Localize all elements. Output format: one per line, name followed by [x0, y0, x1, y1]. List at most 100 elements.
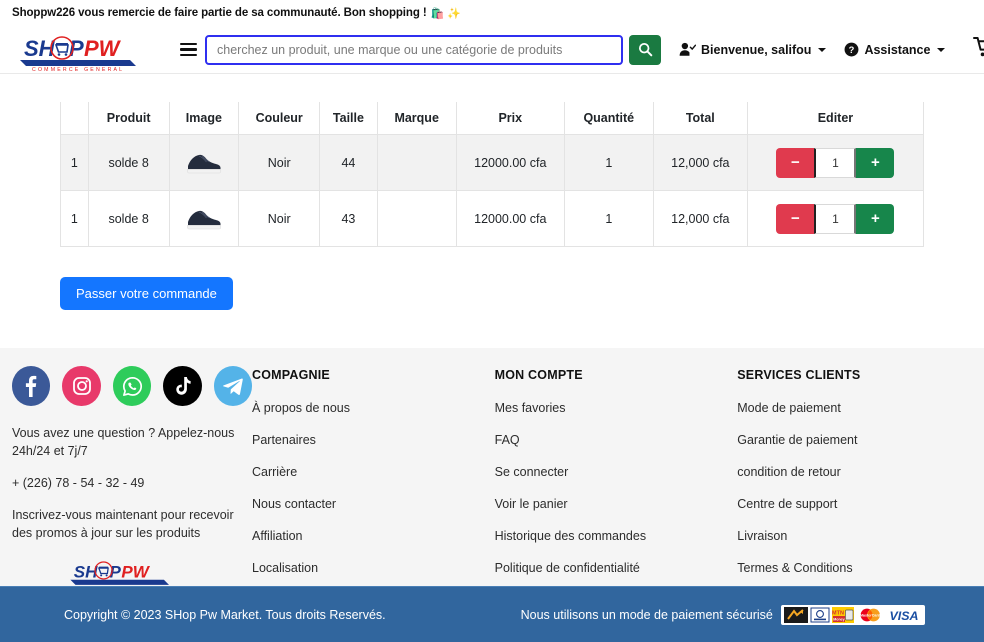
- footer-phone: + (226) 78 - 54 - 32 - 49: [12, 476, 145, 490]
- sneaker-thumbnail-icon: [181, 144, 227, 178]
- col-couleur: Couleur: [238, 102, 321, 135]
- cell-couleur: Noir: [238, 190, 321, 247]
- footer-link-condition-de-retour[interactable]: condition de retour: [737, 465, 970, 479]
- cell-couleur: Noir: [238, 134, 321, 191]
- assistance-label: Assistance: [864, 42, 931, 57]
- place-order-button[interactable]: Passer votre commande: [60, 277, 233, 310]
- cell-editer: − +: [746, 134, 925, 191]
- cell-prix: 12000.00 cfa: [455, 134, 565, 191]
- cell-total: 12,000 cfa: [652, 190, 748, 247]
- footer-link-centre-de-support[interactable]: Centre de support: [737, 497, 970, 511]
- announcement-bar: Shoppw226 vous remercie de faire partie …: [0, 0, 984, 26]
- svg-text:MasterCard: MasterCard: [860, 613, 881, 617]
- col-marque: Marque: [376, 102, 457, 135]
- footer-link-affiliation[interactable]: Affiliation: [252, 529, 495, 543]
- assistance-menu[interactable]: ? Assistance: [844, 42, 946, 57]
- footer-column-compagnie: COMPAGNIE À propos de nous Partenaires C…: [252, 362, 495, 586]
- instagram-icon[interactable]: [62, 366, 101, 406]
- footer-link-partenaires[interactable]: Partenaires: [252, 433, 495, 447]
- facebook-icon[interactable]: [12, 366, 51, 406]
- cart-button[interactable]: 2: [973, 36, 984, 63]
- cell-produit: solde 8: [87, 134, 170, 191]
- footer-link-se-connecter[interactable]: Se connecter: [495, 465, 738, 479]
- cell-prix: 12000.00 cfa: [455, 190, 565, 247]
- mtn-momo-icon: MTN Money: [831, 606, 854, 623]
- col-total: Total: [652, 102, 748, 135]
- hamburger-menu-icon[interactable]: [180, 42, 197, 57]
- svg-text:P: P: [110, 562, 122, 581]
- cell-image: [168, 190, 240, 247]
- svg-text:MTN: MTN: [832, 610, 844, 616]
- decrease-quantity-button[interactable]: −: [776, 147, 815, 178]
- col-quantite: Quantité: [563, 102, 654, 135]
- quantity-input[interactable]: [814, 203, 857, 234]
- footer-link-faq[interactable]: FAQ: [495, 433, 738, 447]
- page-root: Shoppw226 vous remercie de faire partie …: [0, 0, 984, 642]
- footer-link-termes-conditions[interactable]: Termes & Conditions: [737, 561, 970, 575]
- svg-text:Money: Money: [833, 617, 844, 621]
- cell-index: 1: [60, 134, 89, 191]
- quantity-stepper: − +: [776, 203, 895, 234]
- main-content: Produit Image Couleur Taille Marque Prix…: [0, 74, 984, 310]
- search-icon: [638, 42, 652, 57]
- footer-link-mes-favories[interactable]: Mes favories: [495, 401, 738, 415]
- footer-link-garantie-de-paiement[interactable]: Garantie de paiement: [737, 433, 970, 447]
- svg-text:COMMERCE GENERAL: COMMERCE GENERAL: [32, 67, 124, 72]
- site-header: SH P PW COMMERCE GENERAL cherchez un pro…: [0, 26, 984, 74]
- moov-icon: [783, 606, 808, 623]
- visa-icon: VISA: [885, 606, 922, 623]
- mastercard-icon: MasterCard: [855, 606, 884, 623]
- footer-link-localisation[interactable]: Localisation: [252, 561, 495, 575]
- tiktok-icon[interactable]: [163, 366, 202, 406]
- footer-link-a-propos[interactable]: À propos de nous: [252, 401, 495, 415]
- footer-link-historique-commandes[interactable]: Historique des commandes: [495, 529, 738, 543]
- quantity-input[interactable]: [814, 147, 857, 178]
- footer-link-voir-le-panier[interactable]: Voir le panier: [495, 497, 738, 511]
- svg-text:P: P: [69, 36, 84, 61]
- increase-quantity-button[interactable]: +: [856, 147, 895, 178]
- site-footer: Vous avez une question ? Appelez-nous 24…: [0, 348, 984, 590]
- table-row: 1 solde 8 Noir 43 12000.00 cfa 1 12,000 …: [60, 190, 925, 247]
- cart-table: Produit Image Couleur Taille Marque Prix…: [60, 102, 925, 247]
- col-produit: Produit: [87, 102, 170, 135]
- whatsapp-icon[interactable]: [112, 366, 152, 406]
- cell-taille: 44: [319, 134, 378, 191]
- increase-quantity-button[interactable]: +: [856, 203, 895, 234]
- footer-link-carriere[interactable]: Carrière: [252, 465, 495, 479]
- col-editer: Editer: [746, 102, 925, 135]
- search-button[interactable]: [629, 34, 661, 65]
- cell-produit: solde 8: [87, 190, 170, 247]
- copyright-text: Copyright © 2023 SHop Pw Market. Tous dr…: [64, 607, 386, 622]
- col-prix: Prix: [455, 102, 565, 135]
- site-logo[interactable]: SH P PW COMMERCE GENERAL: [12, 28, 140, 72]
- footer-column-title: COMPAGNIE: [252, 368, 330, 382]
- chevron-down-icon: [818, 47, 827, 52]
- decrease-quantity-button[interactable]: −: [776, 203, 815, 234]
- footer-question-text: Vous avez une question ? Appelez-nous 24…: [12, 426, 235, 458]
- account-label: Bienvenue, salifou: [701, 42, 812, 57]
- payment-secure-text: Nous utilisons un mode de paiement sécur…: [520, 607, 773, 622]
- account-menu[interactable]: Bienvenue, salifou: [679, 42, 827, 57]
- svg-text:VISA: VISA: [889, 609, 918, 623]
- footer-column-title: SERVICES CLIENTS: [737, 368, 861, 382]
- cell-index: 1: [60, 190, 89, 247]
- col-index: [60, 102, 89, 135]
- footer-link-nous-contacter[interactable]: Nous contacter: [252, 497, 495, 511]
- cell-total: 12,000 cfa: [652, 134, 748, 191]
- cart-table-head: Produit Image Couleur Taille Marque Prix…: [60, 102, 925, 135]
- header-actions: Bienvenue, salifou ? Assistance 2: [679, 36, 984, 63]
- payment-methods: Nous utilisons un mode de paiement sécur…: [520, 604, 925, 625]
- search-input[interactable]: [205, 34, 623, 65]
- footer-link-politique-confidentialite[interactable]: Politique de confidentialité: [495, 561, 738, 575]
- telegram-icon[interactable]: [213, 366, 253, 406]
- footer-link-livraison[interactable]: Livraison: [737, 529, 970, 543]
- payment-icon-strip: MTN Money MasterCard VISA: [780, 604, 925, 625]
- cell-marque: [376, 190, 457, 247]
- announcement-emoji: 🛍️ ✨: [430, 7, 461, 20]
- footer-column-mon-compte: MON COMPTE Mes favories FAQ Se connecter…: [495, 362, 738, 586]
- footer-column-services-clients: SERVICES CLIENTS Mode de paiement Garant…: [737, 362, 970, 586]
- footer-link-mode-de-paiement[interactable]: Mode de paiement: [737, 401, 970, 415]
- footer-brand-column: Vous avez une question ? Appelez-nous 24…: [12, 362, 253, 590]
- user-check-icon: [679, 42, 696, 56]
- svg-text:PW: PW: [84, 36, 122, 61]
